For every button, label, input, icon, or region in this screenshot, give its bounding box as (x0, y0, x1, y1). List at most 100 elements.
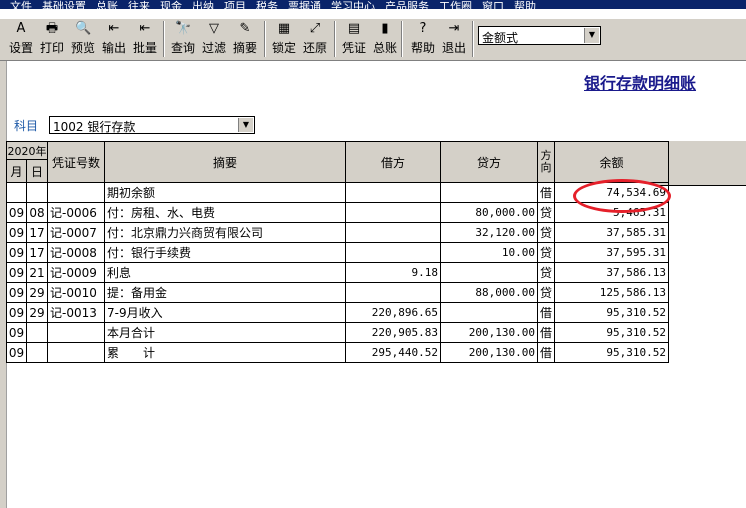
toolbar-icon: ? (419, 21, 427, 36)
toolbar-separator (401, 21, 403, 57)
voucher-cell (47, 322, 105, 343)
voucher-cell: 记-0008 (47, 242, 105, 263)
direction-cell: 贷 (537, 202, 555, 223)
table-row[interactable]: 期初余额借 74,534.69 (6, 182, 669, 203)
credit-cell: 200,130.00 (440, 322, 538, 343)
ledger-grid: 2020年 凭证号数 摘要 借方 贷方 方向 余额 月 日 期初余额借 74,53… (6, 141, 746, 367)
chevron-down-icon[interactable]: ▼ (238, 118, 253, 132)
toolbar-button-9[interactable]: ⤢ 还原 (300, 19, 330, 59)
debit-cell (345, 202, 441, 223)
table-row[interactable]: 09 08 记-0006 付：房租、水、电费 80,000.00 贷 5,465.31 (6, 202, 669, 223)
toolbar-button-11[interactable]: ▮ 总账 (370, 19, 400, 59)
format-select[interactable]: 金额式 ▼ (478, 26, 601, 45)
debit-cell: 295,440.52 (345, 342, 441, 363)
format-select-value: 金额式 (482, 31, 519, 45)
summary-cell: 利息 (104, 262, 346, 283)
toolbar-icon: ▽ (209, 21, 219, 36)
toolbar-button-label: 打印 (39, 41, 64, 55)
table-row[interactable]: 09 17 记-0008 付：银行手续费 10.00 贷 37,595.31 (6, 242, 669, 263)
toolbar-icon: 🖶 (45, 21, 59, 36)
toolbar-button-label: 查询 (170, 41, 195, 55)
table-row[interactable]: 09 21 记-0009 利息 9.18 贷 37,586.13 (6, 262, 669, 283)
table-row[interactable]: 09 本月合计 220,905.83 200,130.00 借 95,310.52 (6, 322, 669, 343)
table-row[interactable]: 09 29 记-0010 提：备用金 88,000.00 贷 125,586.13 (6, 282, 669, 303)
balance-cell: 37,585.31 (554, 222, 669, 243)
menu-item[interactable]: 基础设置 (42, 0, 86, 9)
direction-header: 方向 (537, 141, 555, 183)
day-cell (26, 182, 48, 203)
toolbar-icon: ⤢ (309, 21, 321, 36)
summary-cell: 付：银行手续费 (104, 242, 346, 263)
balance-cell: 95,310.52 (554, 342, 669, 363)
toolbar-button-0[interactable]: A 设置 (6, 19, 36, 59)
toolbar-button-6[interactable]: ▽ 过滤 (199, 19, 229, 59)
menu-item[interactable]: 现金 (160, 0, 182, 9)
credit-cell: 80,000.00 (440, 202, 538, 223)
voucher-cell: 记-0009 (47, 262, 105, 283)
menu-item[interactable]: 项目 (224, 0, 246, 9)
toolbar-button-8[interactable]: ▦ 锁定 (269, 19, 299, 59)
direction-cell: 借 (537, 342, 555, 363)
day-cell (26, 322, 48, 343)
credit-cell: 32,120.00 (440, 222, 538, 243)
summary-cell: 7-9月收入 (104, 302, 346, 323)
toolbar-icon: ✎ (239, 21, 251, 36)
menu-item[interactable]: 产品服务 (385, 0, 429, 9)
menu-item[interactable]: 窗口 (482, 0, 504, 9)
table-row[interactable]: 09 17 记-0007 付：北京鼎力兴商贸有限公司 32,120.00 贷 37,585.… (6, 222, 669, 243)
debit-cell (345, 222, 441, 243)
toolbar-button-12[interactable]: ? 帮助 (408, 19, 438, 59)
direction-cell: 借 (537, 322, 555, 343)
toolbar-button-label: 过滤 (201, 41, 226, 55)
debit-cell: 9.18 (345, 262, 441, 283)
debit-cell (345, 242, 441, 263)
subject-label: 科目 (14, 119, 39, 133)
toolbar-button-5[interactable]: 🔭 查询 (168, 19, 198, 59)
menu-item[interactable]: 往来 (128, 0, 150, 9)
toolbar-button-3[interactable]: ⇤ 输出 (99, 19, 129, 59)
toolbar-icon: 🔭 (175, 21, 192, 36)
toolbar-button-2[interactable]: 🔍 预览 (68, 19, 98, 59)
balance-cell: 37,595.31 (554, 242, 669, 263)
subject-select[interactable]: 1002 银行存款 ▼ (49, 116, 255, 134)
menu-item[interactable]: 帮助 (514, 0, 536, 9)
year-header: 2020年 (6, 141, 48, 160)
direction-cell: 借 (537, 182, 555, 203)
balance-cell: 125,586.13 (554, 282, 669, 303)
day-header: 日 (26, 159, 48, 183)
menu-item[interactable]: 学习中心 (331, 0, 375, 9)
direction-cell: 贷 (537, 242, 555, 263)
month-cell: 09 (6, 282, 27, 303)
voucher-cell: 记-0007 (47, 222, 105, 243)
toolbar-button-13[interactable]: ⇥ 退出 (439, 19, 469, 59)
toolbar-icon: ⇤ (139, 21, 151, 36)
month-header: 月 (6, 159, 27, 183)
chevron-down-icon[interactable]: ▼ (584, 28, 599, 43)
table-row[interactable]: 09 累 计 295,440.52 200,130.00 借 95,310.52 (6, 342, 669, 363)
menu-item[interactable]: 总账 (96, 0, 118, 9)
direction-cell: 贷 (537, 262, 555, 283)
table-row[interactable]: 09 29 记-0013 7-9月收入 220,896.65 借 95,310.52 (6, 302, 669, 323)
debit-cell: 220,905.83 (345, 322, 441, 343)
menu-item[interactable]: 税务 (256, 0, 278, 9)
day-cell: 29 (26, 282, 48, 303)
credit-cell (440, 302, 538, 323)
toolbar-separator (264, 21, 266, 57)
credit-cell (440, 262, 538, 283)
menu-item[interactable]: 文件 (10, 0, 32, 9)
menu-item[interactable]: 票据通 (288, 0, 321, 9)
menu-item[interactable]: 出纳 (192, 0, 214, 9)
toolbar-button-label: 退出 (441, 41, 466, 55)
toolbar-button-4[interactable]: ⇤ 批量 (130, 19, 160, 59)
balance-cell: 95,310.52 (554, 302, 669, 323)
toolbar-button-7[interactable]: ✎ 摘要 (230, 19, 260, 59)
balance-cell: 95,310.52 (554, 322, 669, 343)
toolbar-button-1[interactable]: 🖶 打印 (37, 19, 67, 59)
toolbar-button-label: 批量 (132, 41, 157, 55)
voucher-cell (47, 342, 105, 363)
credit-header: 贷方 (440, 141, 538, 183)
menu-item[interactable]: 工作圈 (439, 0, 472, 9)
toolbar: 金额式 ▼ A 设置 🖶 打印 🔍 预览 ⇤ 输出 ⇤ 批量 🔭 查询 ▽ 过滤 ✎ 摘要 ▦ 锁定 ⤢ 还原 ▤ 凭证 ▮… (0, 19, 746, 61)
toolbar-button-10[interactable]: ▤ 凭证 (339, 19, 369, 59)
day-cell: 17 (26, 242, 48, 263)
